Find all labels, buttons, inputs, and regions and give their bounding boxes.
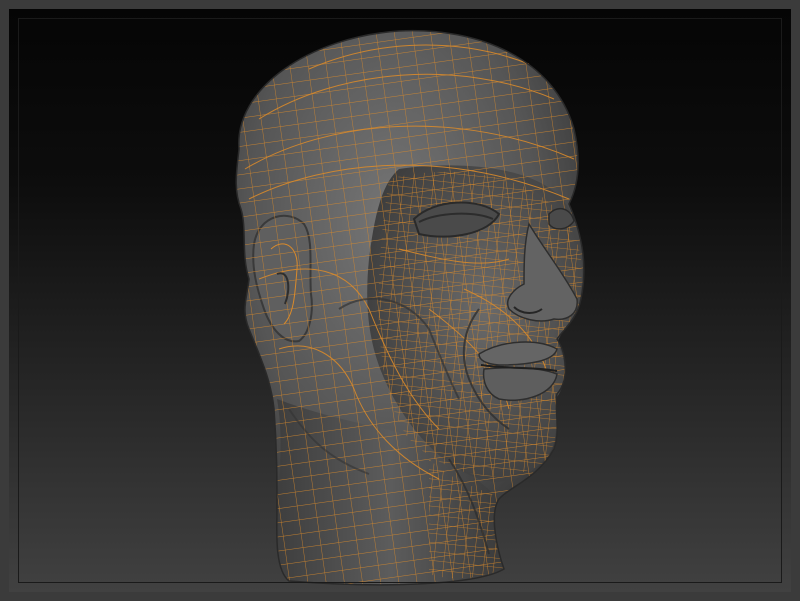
sculpt-viewport[interactable] bbox=[9, 9, 800, 601]
sculpted-head-model[interactable] bbox=[209, 9, 609, 601]
viewport-frame bbox=[0, 0, 800, 601]
